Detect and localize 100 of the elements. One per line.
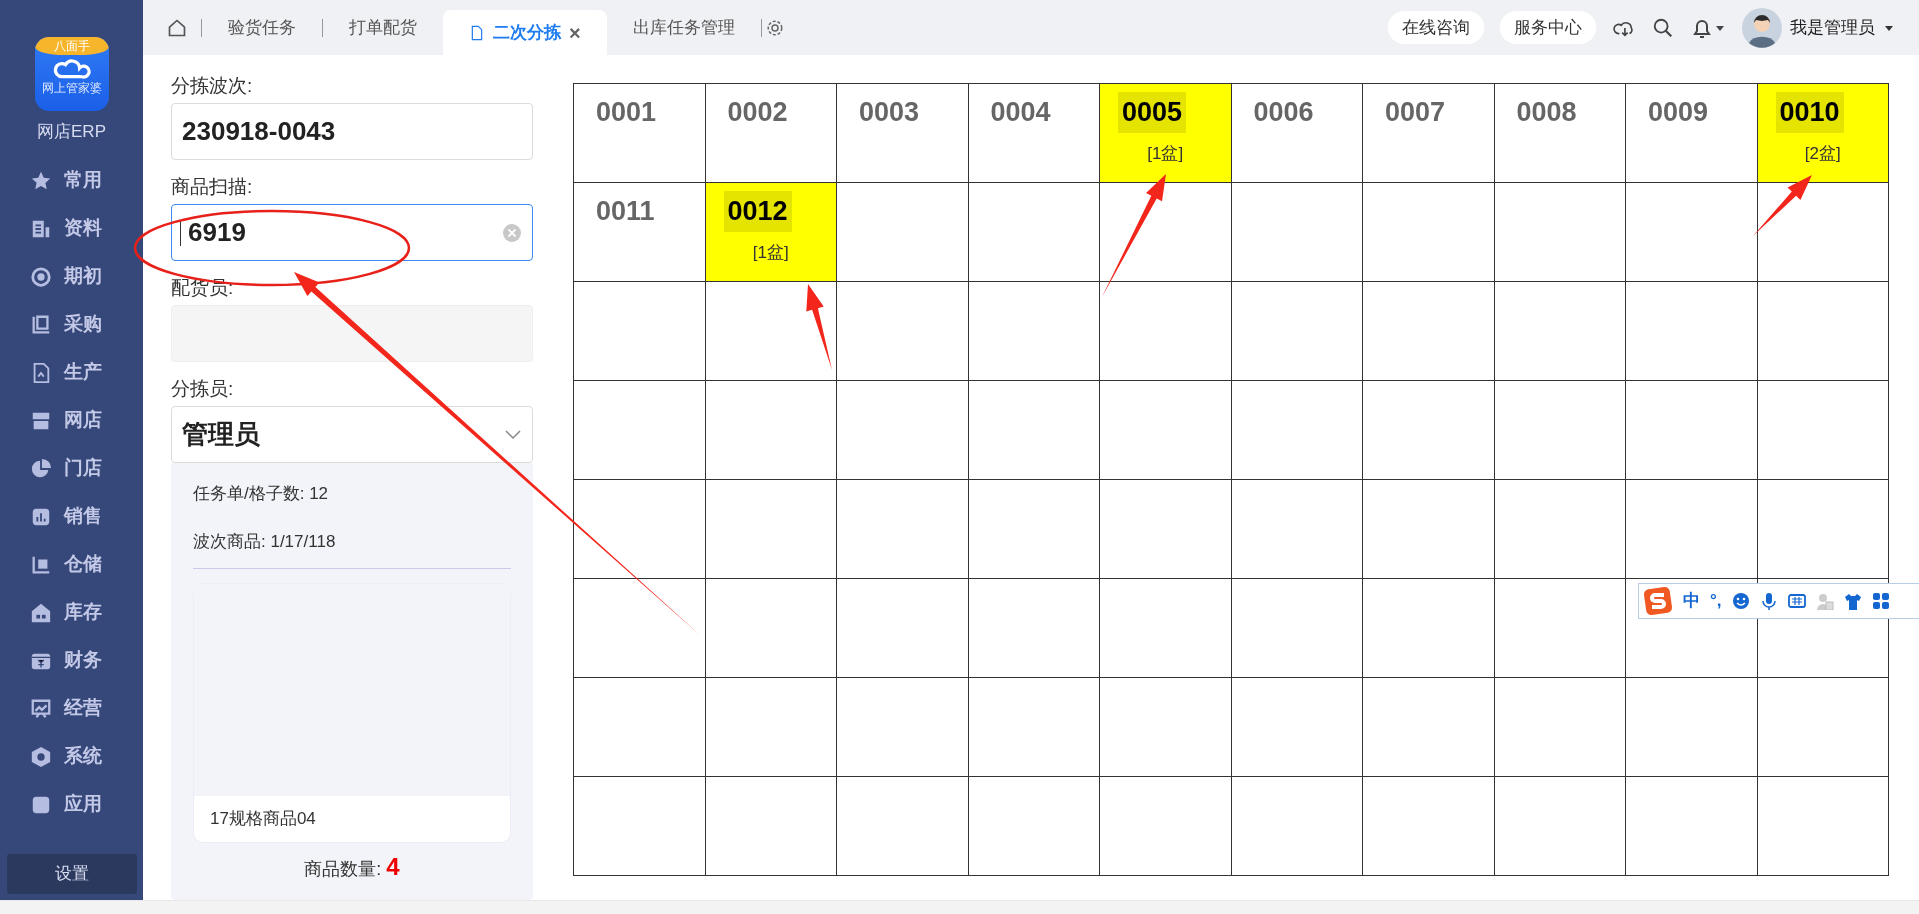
header-button[interactable]: 服务中心 xyxy=(1500,10,1596,45)
grid-cell[interactable] xyxy=(1626,381,1758,480)
sidebar-item[interactable]: 财务 xyxy=(30,636,143,685)
grid-cell[interactable] xyxy=(968,183,1100,282)
grid-cell[interactable] xyxy=(968,777,1100,876)
grid-cell[interactable]: 0009 xyxy=(1626,84,1758,183)
sidebar-item[interactable]: 销售 xyxy=(30,492,143,541)
grid-cell[interactable]: 0001 xyxy=(574,84,706,183)
grid-cell[interactable] xyxy=(1757,777,1889,876)
grid-cell[interactable] xyxy=(1231,480,1363,579)
grid-cell[interactable] xyxy=(1494,480,1626,579)
grid-cell[interactable] xyxy=(574,282,706,381)
grid-cell[interactable]: 0003 xyxy=(837,84,969,183)
grid-cell[interactable] xyxy=(1231,777,1363,876)
search-icon[interactable] xyxy=(1652,16,1674,39)
tab[interactable]: 二次分拣 × xyxy=(443,10,607,55)
grid-cell[interactable] xyxy=(1494,678,1626,777)
grid-cell[interactable] xyxy=(968,282,1100,381)
grid-cell[interactable]: 0006 xyxy=(1231,84,1363,183)
grid-cell[interactable] xyxy=(1363,381,1495,480)
chevron-down-icon[interactable] xyxy=(505,429,521,440)
grid-cell[interactable] xyxy=(574,777,706,876)
grid-cell[interactable]: 0011 xyxy=(574,183,706,282)
grid-cell[interactable] xyxy=(705,579,837,678)
grid-cell[interactable] xyxy=(705,777,837,876)
grid-cell[interactable] xyxy=(968,480,1100,579)
grid-cell[interactable] xyxy=(1100,777,1232,876)
grid-cell[interactable] xyxy=(837,480,969,579)
grid-cell[interactable] xyxy=(1100,480,1232,579)
grid-cell[interactable] xyxy=(1626,777,1758,876)
grid-cell[interactable]: 0008 xyxy=(1494,84,1626,183)
grid-cell[interactable]: 0010 [2盆] xyxy=(1757,84,1889,183)
grid-cell[interactable] xyxy=(705,480,837,579)
grid-cell[interactable] xyxy=(1363,183,1495,282)
grid-cell[interactable] xyxy=(1231,579,1363,678)
grid-cell[interactable] xyxy=(1100,381,1232,480)
tab[interactable]: 出库任务管理 xyxy=(606,0,761,55)
user-menu[interactable]: 我是管理员 xyxy=(1742,7,1895,48)
grid-cell[interactable] xyxy=(1363,480,1495,579)
grid-cell[interactable] xyxy=(1494,282,1626,381)
settings-button[interactable]: 设置 xyxy=(6,854,137,894)
grid-cell[interactable] xyxy=(1231,678,1363,777)
shirt-icon[interactable] xyxy=(1843,592,1862,610)
grid-cell[interactable] xyxy=(705,678,837,777)
grid-cell[interactable] xyxy=(1363,678,1495,777)
grid-cell[interactable]: 0007 xyxy=(1363,84,1495,183)
grid-cell[interactable] xyxy=(837,282,969,381)
sidebar-item[interactable]: 资料 xyxy=(30,204,143,253)
grid-cell[interactable] xyxy=(1231,381,1363,480)
select-field[interactable]: 管理员 xyxy=(171,406,533,463)
keyboard-icon[interactable] xyxy=(1787,592,1806,610)
grid-cell[interactable] xyxy=(837,381,969,480)
sidebar-item[interactable]: 应用 xyxy=(30,780,143,829)
sidebar-item[interactable]: 门店 xyxy=(30,444,143,493)
grid-cell[interactable] xyxy=(1363,282,1495,381)
grid-cell[interactable] xyxy=(1231,282,1363,381)
grid-cell[interactable] xyxy=(1494,777,1626,876)
grid-cell[interactable] xyxy=(1100,678,1232,777)
grid-cell[interactable] xyxy=(1757,381,1889,480)
tab[interactable]: 打单配货 xyxy=(323,0,443,55)
grid-cell[interactable] xyxy=(1494,183,1626,282)
microphone-icon[interactable] xyxy=(1759,592,1778,610)
sidebar-item[interactable]: 生产 xyxy=(30,348,143,397)
apps-icon[interactable] xyxy=(1871,592,1890,610)
grid-cell[interactable] xyxy=(574,381,706,480)
grid-cell[interactable] xyxy=(1626,678,1758,777)
grid-cell[interactable] xyxy=(1100,579,1232,678)
grid-cell[interactable] xyxy=(1363,777,1495,876)
settings-icon[interactable] xyxy=(765,18,784,37)
grid-cell[interactable] xyxy=(1626,282,1758,381)
sidebar-item[interactable]: 采购 xyxy=(30,300,143,349)
grid-cell[interactable]: 0005 [1盆] xyxy=(1100,84,1232,183)
grid-cell[interactable] xyxy=(837,678,969,777)
input-field[interactable]: 6919 xyxy=(171,204,533,261)
grid-cell[interactable] xyxy=(968,579,1100,678)
grid-cell[interactable] xyxy=(968,381,1100,480)
input-field[interactable]: 230918-0043 xyxy=(171,103,533,160)
header-button[interactable]: 在线咨询 xyxy=(1388,10,1484,45)
ime-punctuation[interactable]: °, xyxy=(1710,588,1722,614)
sidebar-item[interactable]: 系统 xyxy=(30,732,143,781)
sidebar-item[interactable]: 网店 xyxy=(30,396,143,445)
grid-cell[interactable] xyxy=(837,183,969,282)
sidebar-item[interactable]: 期初 xyxy=(30,252,143,301)
grid-cell[interactable] xyxy=(1494,579,1626,678)
grid-cell[interactable] xyxy=(1757,282,1889,381)
grid-cell[interactable] xyxy=(837,777,969,876)
ime-mode[interactable]: 中 xyxy=(1683,588,1700,614)
grid-cell[interactable]: 0012 [1盆] xyxy=(705,183,837,282)
product-card[interactable]: 17规格商品04 xyxy=(193,583,511,843)
ime-logo-icon[interactable] xyxy=(1643,586,1673,616)
grid-cell[interactable] xyxy=(1363,579,1495,678)
grid-cell[interactable] xyxy=(968,678,1100,777)
sidebar-item[interactable]: 常用 xyxy=(30,156,143,205)
grid-cell[interactable] xyxy=(1626,183,1758,282)
grid-cell[interactable] xyxy=(837,579,969,678)
sidebar-item[interactable]: 经营 xyxy=(30,684,143,733)
smiley-icon[interactable] xyxy=(1731,592,1750,610)
grid-cell[interactable] xyxy=(1100,282,1232,381)
grid-cell[interactable] xyxy=(1231,183,1363,282)
grid-cell[interactable] xyxy=(1757,678,1889,777)
